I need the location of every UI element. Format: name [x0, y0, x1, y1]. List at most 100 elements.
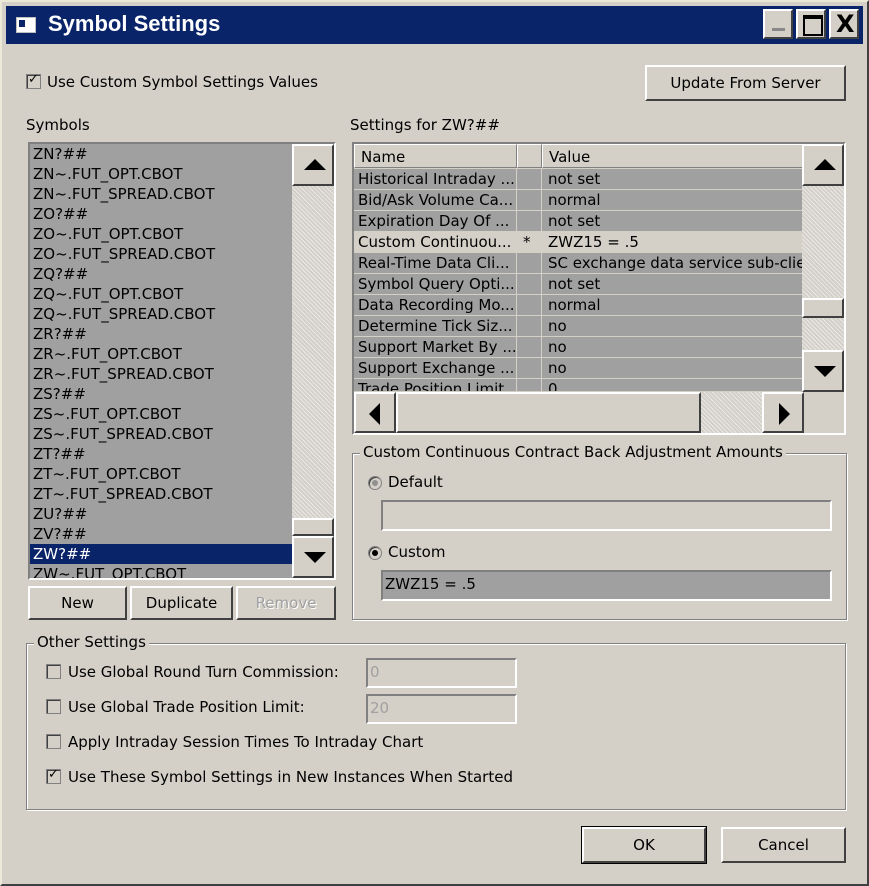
column-header-flag[interactable] [517, 144, 542, 168]
setting-flag-cell [517, 337, 542, 358]
settings-grid[interactable]: Name Value Historical Intraday ... not se… [352, 142, 846, 435]
settings-row[interactable]: Custom Continuou... * ZWZ15 = .5 [354, 232, 804, 253]
symbol-list-item[interactable]: ZV?## [30, 524, 292, 544]
close-icon[interactable]: X [829, 9, 859, 39]
settings-row[interactable]: Trade Position Limit 0 [354, 379, 804, 391]
settings-row[interactable]: Support Market By ... no [354, 337, 804, 358]
maximize-icon[interactable] [796, 9, 826, 39]
symbol-list-item[interactable]: ZO~.FUT_SPREAD.CBOT [30, 244, 292, 264]
settings-row[interactable]: Determine Tick Siz... no [354, 316, 804, 337]
setting-value-cell: SC exchange data service sub-clie [542, 253, 804, 274]
settings-row[interactable]: Bid/Ask Volume Ca... normal [354, 190, 804, 211]
settings-row[interactable]: Real-Time Data Cli... SC exchange data se… [354, 253, 804, 274]
cancel-button[interactable]: Cancel [721, 827, 846, 863]
settings-row[interactable]: Data Recording Mo... normal [354, 295, 804, 316]
symbol-list-item[interactable]: ZQ?## [30, 264, 292, 284]
setting-value-cell: not set [542, 274, 804, 295]
arrow-right-icon [779, 403, 790, 425]
other-settings-title: Other Settings [34, 633, 149, 651]
symbol-list-item[interactable]: ZO?## [30, 204, 292, 224]
default-radio-label: Default [388, 473, 443, 491]
symbols-scrollbar[interactable] [292, 144, 334, 578]
setting-flag-cell [517, 211, 542, 232]
symbol-list-item[interactable]: ZQ~.FUT_SPREAD.CBOT [30, 304, 292, 324]
session-times-checkbox[interactable] [46, 734, 61, 749]
settings-hscrollbar[interactable] [354, 392, 804, 433]
setting-name-cell: Expiration Day Of ... [354, 211, 517, 232]
use-custom-label: Use Custom Symbol Settings Values [47, 73, 318, 91]
setting-flag-cell [517, 169, 542, 190]
symbol-list-item[interactable]: ZS?## [30, 384, 292, 404]
symbols-list[interactable]: ZN?## ZN~.FUT_OPT.CBOT ZN~.FUT_SPREAD.CBOT… [28, 142, 336, 580]
setting-value-cell: normal [542, 190, 804, 211]
symbol-list-item[interactable]: ZT~.FUT_SPREAD.CBOT [30, 484, 292, 504]
setting-flag-cell [517, 379, 542, 391]
custom-value-field[interactable]: ZWZ15 = .5 [381, 570, 832, 601]
new-button[interactable]: New [28, 586, 127, 620]
setting-flag-cell [517, 316, 542, 337]
scroll-up-button[interactable] [292, 144, 334, 186]
grid-scroll-right-button[interactable] [762, 392, 804, 433]
custom-radio-label: Custom [388, 543, 446, 561]
symbol-list-item[interactable]: ZN~.FUT_OPT.CBOT [30, 164, 292, 184]
ok-button[interactable]: OK [581, 826, 707, 864]
duplicate-button[interactable]: Duplicate [130, 586, 233, 620]
symbol-list-item[interactable]: ZR~.FUT_SPREAD.CBOT [30, 364, 292, 384]
setting-flag-cell [517, 190, 542, 211]
symbol-list-item[interactable]: ZO~.FUT_OPT.CBOT [30, 224, 292, 244]
default-value-field[interactable] [381, 500, 832, 531]
symbol-list-item[interactable]: ZT?## [30, 444, 292, 464]
grid-scroll-down-button[interactable] [802, 350, 844, 392]
settings-row[interactable]: Expiration Day Of ... not set [354, 211, 804, 232]
round-turn-checkbox[interactable] [46, 664, 61, 679]
position-limit-checkbox[interactable] [46, 699, 61, 714]
symbol-list-item[interactable]: ZQ~.FUT_OPT.CBOT [30, 284, 292, 304]
setting-name-cell: Determine Tick Siz... [354, 316, 517, 337]
settings-row[interactable]: Historical Intraday ... not set [354, 169, 804, 190]
settings-vscrollbar[interactable] [802, 144, 844, 392]
setting-value-cell: no [542, 337, 804, 358]
window-title: Symbol Settings [48, 11, 221, 36]
app-icon [16, 17, 36, 33]
grid-header: Name Value [354, 144, 804, 168]
grid-scroll-up-button[interactable] [802, 144, 844, 186]
minimize-icon[interactable] [763, 9, 793, 39]
scroll-down-button[interactable] [292, 536, 334, 578]
back-adjust-title: Custom Continuous Contract Back Adjustme… [360, 443, 786, 461]
symbol-list-item[interactable]: ZW~.FUT_OPT.CBOT [30, 564, 292, 578]
symbol-list-item[interactable]: ZW?## [30, 544, 292, 564]
symbol-list-item[interactable]: ZS~.FUT_SPREAD.CBOT [30, 424, 292, 444]
settings-row[interactable]: Symbol Query Opti... not set [354, 274, 804, 295]
setting-name-cell: Symbol Query Opti... [354, 274, 517, 295]
grid-vscroll-thumb[interactable] [802, 298, 844, 318]
position-limit-field[interactable]: 20 [366, 694, 517, 724]
remove-button[interactable]: Remove [236, 586, 336, 620]
symbol-list-item[interactable]: ZT~.FUT_OPT.CBOT [30, 464, 292, 484]
default-radio[interactable] [368, 476, 382, 490]
symbol-list-item[interactable]: ZU?## [30, 504, 292, 524]
grid-scroll-left-button[interactable] [354, 392, 396, 433]
setting-value-cell: normal [542, 295, 804, 316]
settings-row[interactable]: Support Exchange ... no [354, 358, 804, 379]
title-bar[interactable]: Symbol Settings X [6, 6, 863, 44]
setting-flag-cell [517, 295, 542, 316]
setting-name-cell: Trade Position Limit [354, 379, 517, 391]
custom-radio[interactable] [368, 546, 382, 560]
grid-hscroll-thumb[interactable] [396, 392, 701, 433]
new-instances-checkbox[interactable] [46, 767, 61, 784]
symbol-list-item[interactable]: ZN?## [30, 144, 292, 164]
arrow-down-icon [814, 366, 836, 377]
symbol-list-item[interactable]: ZN~.FUT_SPREAD.CBOT [30, 184, 292, 204]
use-custom-checkbox[interactable] [26, 72, 41, 89]
symbols-label: Symbols [26, 116, 90, 134]
symbol-list-item[interactable]: ZR?## [30, 324, 292, 344]
update-from-server-button[interactable]: Update From Server [645, 65, 846, 101]
new-instances-label: Use These Symbol Settings in New Instanc… [68, 768, 513, 786]
symbol-list-item[interactable]: ZR~.FUT_OPT.CBOT [30, 344, 292, 364]
symbol-list-item[interactable]: ZS~.FUT_OPT.CBOT [30, 404, 292, 424]
column-header-value[interactable]: Value [542, 144, 804, 168]
position-limit-label: Use Global Trade Position Limit: [68, 698, 305, 716]
column-header-name[interactable]: Name [354, 144, 517, 168]
round-turn-field[interactable]: 0 [366, 658, 517, 688]
scroll-thumb[interactable] [292, 518, 334, 536]
